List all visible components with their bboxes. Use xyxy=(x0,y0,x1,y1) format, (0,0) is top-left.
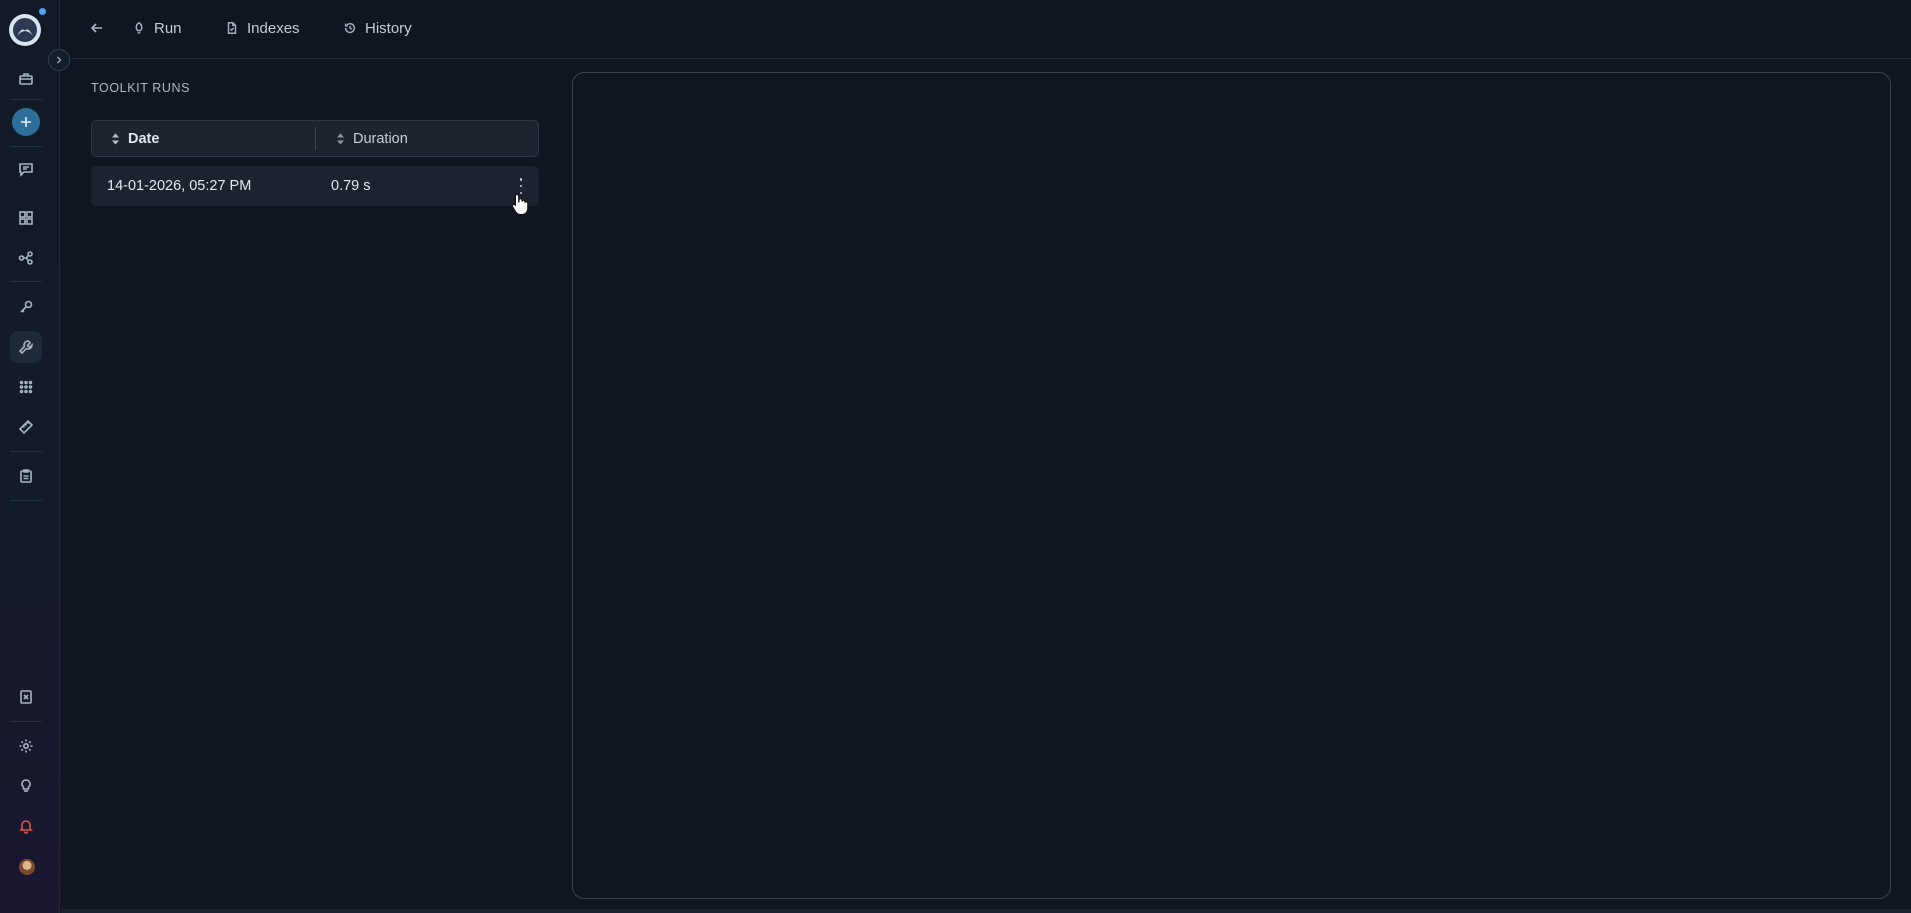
chevron-right-icon xyxy=(57,56,62,64)
key-icon[interactable] xyxy=(10,291,42,323)
run-duration: 0.79 s xyxy=(331,178,371,194)
section-title: TOOLKIT RUNS xyxy=(91,81,191,95)
tab-label: History xyxy=(365,19,412,37)
apps-icon[interactable] xyxy=(10,371,42,403)
logo-icon xyxy=(13,18,37,42)
lightbulb-icon[interactable] xyxy=(10,770,42,802)
rocket-icon xyxy=(135,21,143,34)
column-label: Duration xyxy=(353,130,408,147)
table-row[interactable]: 14-01-2026, 05:27 PM 0.79 s xyxy=(91,166,539,206)
hand-cursor-icon xyxy=(511,193,529,215)
tab-indexes[interactable]: Indexes xyxy=(225,17,300,39)
grid-icon[interactable] xyxy=(10,202,42,234)
briefcase-icon[interactable] xyxy=(10,63,42,95)
plus-icon[interactable] xyxy=(12,108,40,136)
run-date: 14-01-2026, 05:27 PM xyxy=(107,178,252,194)
app-root: Run Indexes History TOOLKIT RUNS Date Du… xyxy=(0,0,1911,913)
notes-icon[interactable] xyxy=(10,681,42,713)
column-label: Date xyxy=(128,130,160,147)
column-header-date[interactable]: Date xyxy=(92,127,316,150)
arrow-left-icon xyxy=(90,23,102,33)
clipboard-icon[interactable] xyxy=(10,460,42,492)
flow-icon[interactable] xyxy=(10,242,42,274)
gear-icon[interactable] xyxy=(10,730,42,762)
wrench-icon[interactable] xyxy=(10,331,42,363)
sidebar xyxy=(0,0,60,913)
sort-icon xyxy=(337,133,344,144)
sort-icon xyxy=(112,133,119,144)
document-icon xyxy=(227,22,237,34)
sidebar-expand-button[interactable] xyxy=(48,49,70,71)
bottom-divider xyxy=(61,909,1911,913)
run-detail-panel xyxy=(572,72,1891,899)
ruler-icon[interactable] xyxy=(10,411,42,443)
table-header: Date Duration xyxy=(91,120,539,157)
back-button[interactable] xyxy=(87,18,107,38)
bell-icon[interactable] xyxy=(10,810,42,842)
avatar[interactable] xyxy=(19,859,35,875)
top-nav: Run Indexes History xyxy=(61,0,1911,59)
chat-icon[interactable] xyxy=(10,153,42,185)
column-header-duration[interactable]: Duration xyxy=(316,121,408,156)
tab-history[interactable]: History xyxy=(343,17,412,39)
status-dot xyxy=(39,8,46,15)
tab-label: Indexes xyxy=(247,19,300,37)
history-icon xyxy=(344,22,356,34)
tab-label: Run xyxy=(154,19,182,37)
tab-run[interactable]: Run xyxy=(132,17,182,39)
app-logo[interactable] xyxy=(9,14,41,46)
